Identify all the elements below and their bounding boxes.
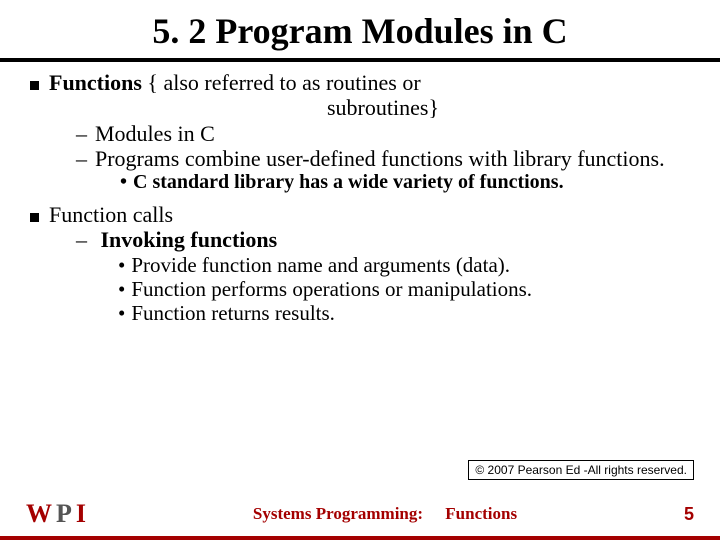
wpi-logo: WPI: [26, 499, 86, 529]
programs-combine: Programs combine user-defined functions …: [95, 146, 665, 171]
modules-in-c: Modules in C: [95, 121, 215, 146]
dash-icon: –: [76, 227, 87, 252]
slide-title: 5. 2 Program Modules in C: [30, 10, 690, 52]
slide-footer: WPI Systems Programming: Functions 5: [0, 494, 720, 534]
performs-operations: Function performs operations or manipula…: [131, 277, 532, 301]
returns-results: Function returns results.: [131, 301, 335, 325]
bullet-icon: [30, 213, 39, 222]
functions-desc-line1: { also referred to as routines or: [142, 70, 421, 95]
c-stdlib-note: C standard library has a wide variety of…: [133, 171, 564, 193]
dot-icon: •: [118, 253, 125, 277]
dot-icon: •: [118, 277, 125, 301]
functions-heading: Functions: [49, 70, 142, 95]
slide-content: Functions { also referred to as routines…: [0, 62, 720, 325]
footer-divider: [0, 536, 720, 540]
dot-icon: •: [118, 301, 125, 325]
page-number: 5: [684, 504, 694, 525]
invoking-functions: Invoking functions: [101, 227, 278, 252]
dash-icon: –: [76, 121, 87, 146]
dot-icon: •: [120, 171, 127, 193]
function-calls-heading: Function calls: [49, 202, 690, 227]
provide-name-args: Provide function name and arguments (dat…: [131, 253, 510, 277]
copyright-notice: © 2007 Pearson Ed -All rights reserved.: [468, 460, 694, 480]
functions-desc-line2: subroutines}: [30, 95, 690, 120]
footer-topic: Functions: [427, 504, 517, 523]
bullet-icon: [30, 81, 39, 90]
footer-label: Systems Programming:: [253, 504, 423, 523]
dash-icon: –: [76, 146, 87, 171]
